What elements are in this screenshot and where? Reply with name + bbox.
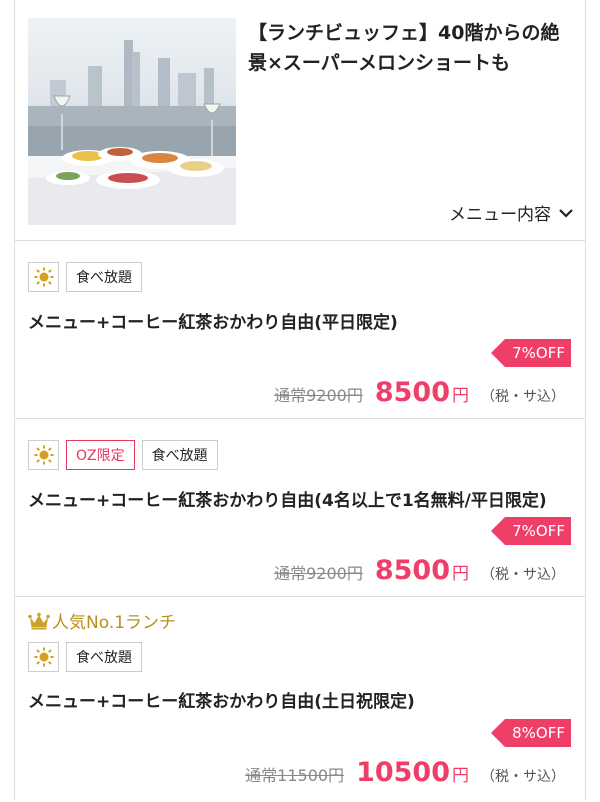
tag-oz-exclusive: OZ限定: [66, 440, 135, 470]
plan-name: メニュー+コーヒー紅茶おかわり自由(平日限定): [28, 313, 398, 333]
menu-toggle-label: メニュー内容: [449, 205, 551, 225]
plan-name: メニュー+コーヒー紅茶おかわり自由(4名以上で1名無料/平日限定): [28, 491, 547, 511]
sale-price: 8500: [374, 555, 450, 586]
menu-content-toggle[interactable]: メニュー内容: [449, 200, 573, 225]
plan-name: メニュー+コーヒー紅茶おかわり自由(土日祝限定): [28, 692, 415, 712]
price-row: 通常9200円 8500 円 （税・サ込）: [274, 377, 565, 408]
regular-price: 通常9200円: [274, 386, 363, 405]
discount-badge: 7%OFF: [491, 339, 571, 367]
yen-unit: 円: [452, 766, 469, 786]
sun-icon: [28, 642, 59, 672]
yen-unit: 円: [452, 386, 469, 406]
discount-badge: 7%OFF: [491, 517, 571, 545]
sun-icon: [28, 262, 59, 292]
tax-note: （税・サ込）: [481, 769, 565, 785]
plan-tags: 食べ放題: [28, 642, 142, 672]
sale-price: 8500: [374, 377, 450, 408]
yen-unit: 円: [452, 564, 469, 584]
plan-item[interactable]: 食べ放題 メニュー+コーヒー紅茶おかわり自由(土日祝限定) 8%OFF 通常11…: [15, 597, 585, 802]
plan-title: 【ランチビュッフェ】40階からの絶景×スーパーメロンショートも: [248, 22, 560, 74]
sun-icon: [28, 440, 59, 470]
tag-all-you-can-eat: 食べ放題: [66, 642, 142, 672]
tag-all-you-can-eat: 食べ放題: [66, 262, 142, 292]
plan-tags: 食べ放題: [28, 262, 142, 292]
tax-note: （税・サ込）: [481, 567, 565, 583]
buffet-photo[interactable]: [28, 18, 236, 225]
chevron-down-icon: [559, 208, 573, 218]
plan-item[interactable]: 食べ放題 メニュー+コーヒー紅茶おかわり自由(平日限定) 7%OFF 通常920…: [15, 241, 585, 419]
restaurant-plan-card: 【ランチビュッフェ】40階からの絶景×スーパーメロンショートも メニュー内容 食…: [14, 0, 586, 800]
price-row: 通常11500円 10500 円 （税・サ込）: [245, 757, 565, 788]
plan-item[interactable]: OZ限定 食べ放題 メニュー+コーヒー紅茶おかわり自由(4名以上で1名無料/平日…: [15, 419, 585, 597]
tax-note: （税・サ込）: [481, 389, 565, 405]
sale-price: 10500: [356, 757, 450, 788]
price-row: 通常9200円 8500 円 （税・サ込）: [274, 555, 565, 586]
buffet-image: [28, 18, 236, 225]
discount-badge: 8%OFF: [491, 719, 571, 747]
regular-price: 通常9200円: [274, 564, 363, 583]
plan-header: 【ランチビュッフェ】40階からの絶景×スーパーメロンショートも メニュー内容: [15, 0, 585, 241]
regular-price: 通常11500円: [245, 766, 345, 785]
tag-all-you-can-eat: 食べ放題: [141, 440, 218, 470]
plan-tags: OZ限定 食べ放題: [28, 440, 218, 470]
